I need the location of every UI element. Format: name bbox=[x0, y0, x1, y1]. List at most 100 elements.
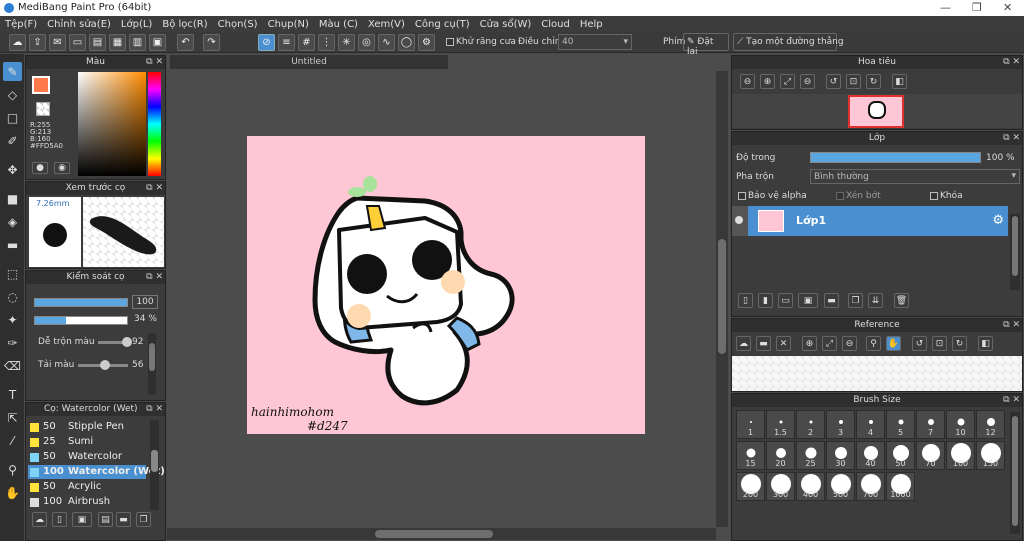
dot-tool-icon[interactable]: □ bbox=[3, 108, 22, 127]
eyedropper-tool-icon[interactable]: ⚲ bbox=[3, 460, 22, 479]
brush-size-cell[interactable]: 25 bbox=[796, 441, 825, 470]
brush-control-scrollbar[interactable] bbox=[148, 333, 156, 395]
zoom-in-icon[interactable]: ⊕ bbox=[802, 336, 817, 351]
select-pen-icon[interactable]: ✑ bbox=[3, 333, 22, 352]
add-layer-menu-icon[interactable]: ▣ bbox=[798, 293, 818, 308]
parallel-snap-icon[interactable]: ≡ bbox=[278, 34, 295, 51]
zoom-in-icon[interactable]: ⊕ bbox=[760, 74, 775, 89]
zoom-out-icon[interactable]: ⊖ bbox=[800, 74, 815, 89]
page-icon[interactable]: ▭ bbox=[69, 34, 86, 51]
brush-size-cell[interactable]: 7 bbox=[916, 410, 945, 439]
redo-icon[interactable]: ↷ bbox=[203, 34, 220, 51]
checkbox-icon[interactable] bbox=[836, 191, 844, 200]
zoom-out-icon[interactable]: ⊖ bbox=[740, 74, 755, 89]
bucket-tool-icon[interactable]: ◈ bbox=[3, 212, 22, 231]
panel-close-icon[interactable]: ⧉ ✕ bbox=[146, 56, 163, 69]
fit-icon[interactable]: ⊡ bbox=[932, 336, 947, 351]
brush-list-scrollbar[interactable] bbox=[150, 420, 159, 510]
new-layer-icon[interactable]: ▯ bbox=[738, 293, 753, 308]
rotate-left-icon[interactable]: ↺ bbox=[912, 336, 927, 351]
curve-snap-icon[interactable]: ∿ bbox=[378, 34, 395, 51]
hand-icon[interactable]: ✋ bbox=[886, 336, 901, 351]
brush-item-selected[interactable]: 100 Watercolor (Wet) bbox=[28, 465, 165, 479]
eyedropper-icon[interactable]: ⚲ bbox=[866, 336, 881, 351]
canvas-horizontal-scrollbar[interactable] bbox=[167, 528, 716, 540]
brush-size-cell[interactable]: 50 bbox=[886, 441, 915, 470]
brush-size-cell[interactable]: 150 bbox=[976, 441, 1005, 470]
color-picker-icon[interactable]: ◉ bbox=[54, 162, 70, 174]
cloud-reference-icon[interactable]: ☁ bbox=[736, 336, 751, 351]
brush-item[interactable]: 50 Acrylic bbox=[28, 480, 146, 494]
eye-icon[interactable] bbox=[735, 216, 743, 224]
checkbox-icon[interactable] bbox=[930, 191, 938, 200]
load-handle[interactable] bbox=[100, 360, 110, 370]
menu-cloud[interactable]: Cloud bbox=[536, 19, 575, 30]
brush-tool-icon[interactable]: ✎ bbox=[3, 62, 22, 81]
brush-size-cell[interactable]: 1.5 bbox=[766, 410, 795, 439]
brush-size-cell[interactable]: 30 bbox=[826, 441, 855, 470]
panel-close-icon[interactable]: ⧉ ✕ bbox=[1003, 132, 1020, 145]
document-icon[interactable]: ▤ bbox=[89, 34, 106, 51]
brush-size-cell[interactable]: 300 bbox=[766, 472, 795, 501]
fit-screen-icon[interactable]: ⤢ bbox=[780, 74, 795, 89]
snap-pen-icon[interactable]: ✐ bbox=[3, 131, 22, 150]
brush-item[interactable]: 100 Airbrush bbox=[28, 495, 146, 509]
palette-icon[interactable]: ● bbox=[32, 162, 48, 174]
reset-button[interactable]: ✎ Đặt lại bbox=[683, 33, 729, 57]
menu-filter[interactable]: Bộ lọc(R) bbox=[157, 19, 212, 30]
scroll-thumb[interactable] bbox=[149, 343, 155, 371]
select-rect-icon[interactable]: ⬚ bbox=[3, 264, 22, 283]
rotate-right-icon[interactable]: ↻ bbox=[952, 336, 967, 351]
menu-tools[interactable]: Công cụ(T) bbox=[410, 19, 475, 30]
straight-line-button[interactable]: ⟋ Tạo một đường thẳng bbox=[733, 33, 844, 51]
layer-opacity-slider[interactable] bbox=[810, 152, 981, 163]
brush-size-scrollbar[interactable] bbox=[1010, 412, 1020, 534]
new-brush-icon[interactable]: ▯ bbox=[52, 512, 67, 527]
folder-icon[interactable]: ▬ bbox=[116, 512, 131, 527]
hand-tool-icon[interactable]: ✋ bbox=[3, 483, 22, 502]
duplicate-layer-icon[interactable]: ❐ bbox=[848, 293, 863, 308]
saturation-value-field[interactable] bbox=[78, 72, 146, 176]
drawing-canvas[interactable]: hainhimohom #d247 bbox=[247, 136, 645, 434]
select-eraser-icon[interactable]: ⌫ bbox=[3, 356, 22, 375]
divide-tool-icon[interactable]: ⁄ bbox=[3, 431, 22, 450]
blend-slider[interactable] bbox=[98, 337, 132, 347]
panel-close-icon[interactable]: ⧉ ✕ bbox=[1003, 319, 1020, 332]
brush-size-cell[interactable]: 12 bbox=[976, 410, 1005, 439]
operation-tool-icon[interactable]: ⇱ bbox=[3, 408, 22, 427]
reference-image-area[interactable] bbox=[732, 356, 1022, 391]
panel-close-icon[interactable]: ⧉ ✕ bbox=[146, 403, 163, 416]
clip-checkbox[interactable]: Xén bớt bbox=[836, 191, 881, 201]
snap-off-icon[interactable]: ⊘ bbox=[258, 34, 275, 51]
fill-rect-icon[interactable]: ■ bbox=[3, 189, 22, 208]
copy-brush-icon[interactable]: ❐ bbox=[136, 512, 151, 527]
brush-size-cell[interactable]: 10 bbox=[946, 410, 975, 439]
settings-icon[interactable]: ⚙ bbox=[418, 34, 435, 51]
brush-size-cell[interactable]: 40 bbox=[856, 441, 885, 470]
lock-checkbox[interactable]: Khóa bbox=[930, 191, 963, 201]
new-layer-1bit-icon[interactable]: ▭ bbox=[778, 293, 793, 308]
brush-size-cell[interactable]: 400 bbox=[796, 472, 825, 501]
brush-size-cell[interactable]: 1 bbox=[736, 410, 765, 439]
menu-snap[interactable]: Chụp(N) bbox=[263, 19, 314, 30]
fit-icon[interactable]: ⊡ bbox=[846, 74, 861, 89]
canvas-vertical-scrollbar[interactable] bbox=[716, 71, 728, 527]
cloud-icon[interactable]: ☁ bbox=[9, 34, 26, 51]
undo-icon[interactable]: ↶ bbox=[177, 34, 194, 51]
comment-icon[interactable]: ✉ bbox=[49, 34, 66, 51]
menu-file[interactable]: Tệp(F) bbox=[0, 19, 42, 30]
scroll-thumb[interactable] bbox=[1012, 416, 1018, 526]
grid-icon[interactable]: ▥ bbox=[129, 34, 146, 51]
scroll-thumb[interactable] bbox=[375, 530, 493, 538]
menu-view[interactable]: Xem(V) bbox=[363, 19, 410, 30]
maximize-icon[interactable]: ❐ bbox=[972, 1, 982, 14]
size-slider[interactable] bbox=[34, 316, 128, 325]
menu-color[interactable]: Màu (C) bbox=[314, 19, 363, 30]
menu-select[interactable]: Chọn(S) bbox=[213, 19, 263, 30]
blend-mode-dropdown[interactable]: Bình thường ▾ bbox=[810, 169, 1020, 184]
document-tab[interactable]: Untitled bbox=[170, 55, 448, 69]
add-brush-cloud-icon[interactable]: ☁ bbox=[32, 512, 47, 527]
transparent-swatch[interactable] bbox=[36, 102, 50, 116]
ellipse-snap-icon[interactable]: ◯ bbox=[398, 34, 415, 51]
scroll-thumb[interactable] bbox=[151, 450, 158, 472]
